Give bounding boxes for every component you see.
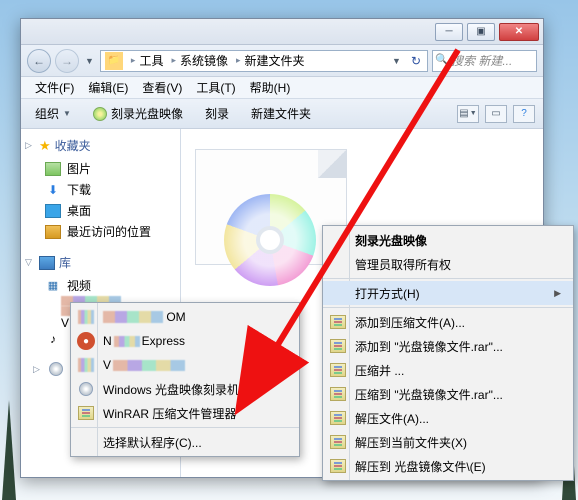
sidebar-recent[interactable]: 最近访问的位置 [25,221,176,242]
forward-button[interactable]: → [55,49,79,73]
titlebar: ─ ▣ ✕ [21,19,543,45]
ctx-compress-and[interactable]: 压缩并 ... [323,358,573,382]
nero-icon: ● [77,332,95,350]
winrar-icon [330,459,346,473]
pixelated-text [113,360,185,371]
ctx-extract-here[interactable]: 解压到当前文件夹(X) [323,430,573,454]
maximize-button[interactable]: ▣ [467,23,495,41]
openwith-app1[interactable]: OM [71,305,299,329]
winrar-icon [330,411,346,425]
ctx-add-to-archive[interactable]: 添加到压缩文件(A)... [323,310,573,334]
preview-pane-button[interactable]: ▭ [485,105,507,123]
sidebar-favorites[interactable]: ▷★ 收藏夹 [25,135,176,158]
menu-view[interactable]: 查看(V) [136,77,188,98]
breadcrumb-system-image[interactable]: 系统镜像 [180,52,228,69]
disc-drive-icon [49,362,63,376]
ctx-add-to-rar[interactable]: 添加到 "光盘镜像文件.rar"... [323,334,573,358]
view-mode-button[interactable]: ▤▼ [457,105,479,123]
recent-icon [45,225,61,239]
download-icon: ⬇ [45,183,61,197]
winrar-icon [330,363,346,377]
minimize-button[interactable]: ─ [435,23,463,41]
breadcrumb-bar[interactable]: 📁 ▸工具 ▸系统镜像 ▸新建文件夹 ▼ ↻ [100,50,428,72]
menu-file[interactable]: 文件(F) [29,77,80,98]
openwith-windows-burner[interactable]: Windows 光盘映像刻录机 [71,377,299,401]
winrar-icon [330,387,346,401]
pixelated-icon [78,358,94,372]
winrar-icon [78,406,94,420]
openwith-app3[interactable]: V [71,353,299,377]
burn-button[interactable]: 刻录 [199,102,235,125]
menu-tools[interactable]: 工具(T) [190,77,241,98]
music-icon: ♪ [45,332,61,346]
search-input[interactable]: 搜索 新建... [432,50,537,72]
menu-edit[interactable]: 编辑(E) [82,77,134,98]
toolbar: 组织▼ 刻录光盘映像 刻录 新建文件夹 ▤▼ ▭ ? [21,99,543,129]
sidebar-library[interactable]: ▽ 库 [25,252,176,275]
ctx-burn-image[interactable]: 刻录光盘映像 [323,228,573,252]
openwith-winrar[interactable]: WinRAR 压缩文件管理器 [71,401,299,425]
library-icon [39,256,55,270]
video-icon: ▦ [45,279,61,293]
context-menu-main: 刻录光盘映像 管理员取得所有权 打开方式(H)▶ 添加到压缩文件(A)... 添… [322,225,574,481]
winrar-icon [330,315,346,329]
breadcrumb-tools[interactable]: 工具 [139,52,163,69]
menubar: 文件(F) 编辑(E) 查看(V) 工具(T) 帮助(H) [21,77,543,99]
sidebar-pictures[interactable]: 图片 [25,158,176,179]
new-folder-button[interactable]: 新建文件夹 [245,102,317,125]
ctx-extract-to[interactable]: 解压到 光盘镜像文件\(E) [323,454,573,478]
close-button[interactable]: ✕ [499,23,539,41]
sidebar-video[interactable]: ▦视频 [25,275,176,296]
pixelated-text [103,311,163,323]
sidebar-desktop[interactable]: 桌面 [25,200,176,221]
refresh-button[interactable]: ↻ [405,54,427,68]
ctx-extract[interactable]: 解压文件(A)... [323,406,573,430]
menu-help[interactable]: 帮助(H) [244,77,297,98]
folder-icon: 📁 [105,52,123,70]
breadcrumb-new-folder[interactable]: 新建文件夹 [245,52,305,69]
ctx-compress-to-rar[interactable]: 压缩到 "光盘镜像文件.rar"... [323,382,573,406]
sidebar-downloads[interactable]: ⬇下载 [25,179,176,200]
context-submenu-open-with: OM ●NExpress V Windows 光盘映像刻录机 WinRAR 压缩… [70,302,300,457]
star-icon: ★ [39,138,51,154]
desktop-icon [45,204,61,218]
pixelated-icon [78,310,94,324]
pictures-icon [45,162,61,176]
pixelated-text [114,336,140,347]
navbar: ← → ▼ 📁 ▸工具 ▸系统镜像 ▸新建文件夹 ▼ ↻ 搜索 新建... [21,45,543,77]
burn-image-button[interactable]: 刻录光盘映像 [87,102,189,125]
disc-icon [93,107,107,121]
burner-icon [77,380,95,398]
openwith-nero[interactable]: ●NExpress [71,329,299,353]
openwith-choose-default[interactable]: 选择默认程序(C)... [71,430,299,454]
ctx-open-with[interactable]: 打开方式(H)▶ [323,281,573,305]
history-dropdown-icon[interactable]: ▼ [83,56,96,66]
winrar-icon [330,339,346,353]
back-button[interactable]: ← [27,49,51,73]
help-button[interactable]: ? [513,105,535,123]
breadcrumb-dropdown-icon[interactable]: ▼ [392,56,405,66]
ctx-admin-ownership[interactable]: 管理员取得所有权 [323,252,573,276]
organize-button[interactable]: 组织▼ [29,102,77,125]
winrar-icon [330,435,346,449]
